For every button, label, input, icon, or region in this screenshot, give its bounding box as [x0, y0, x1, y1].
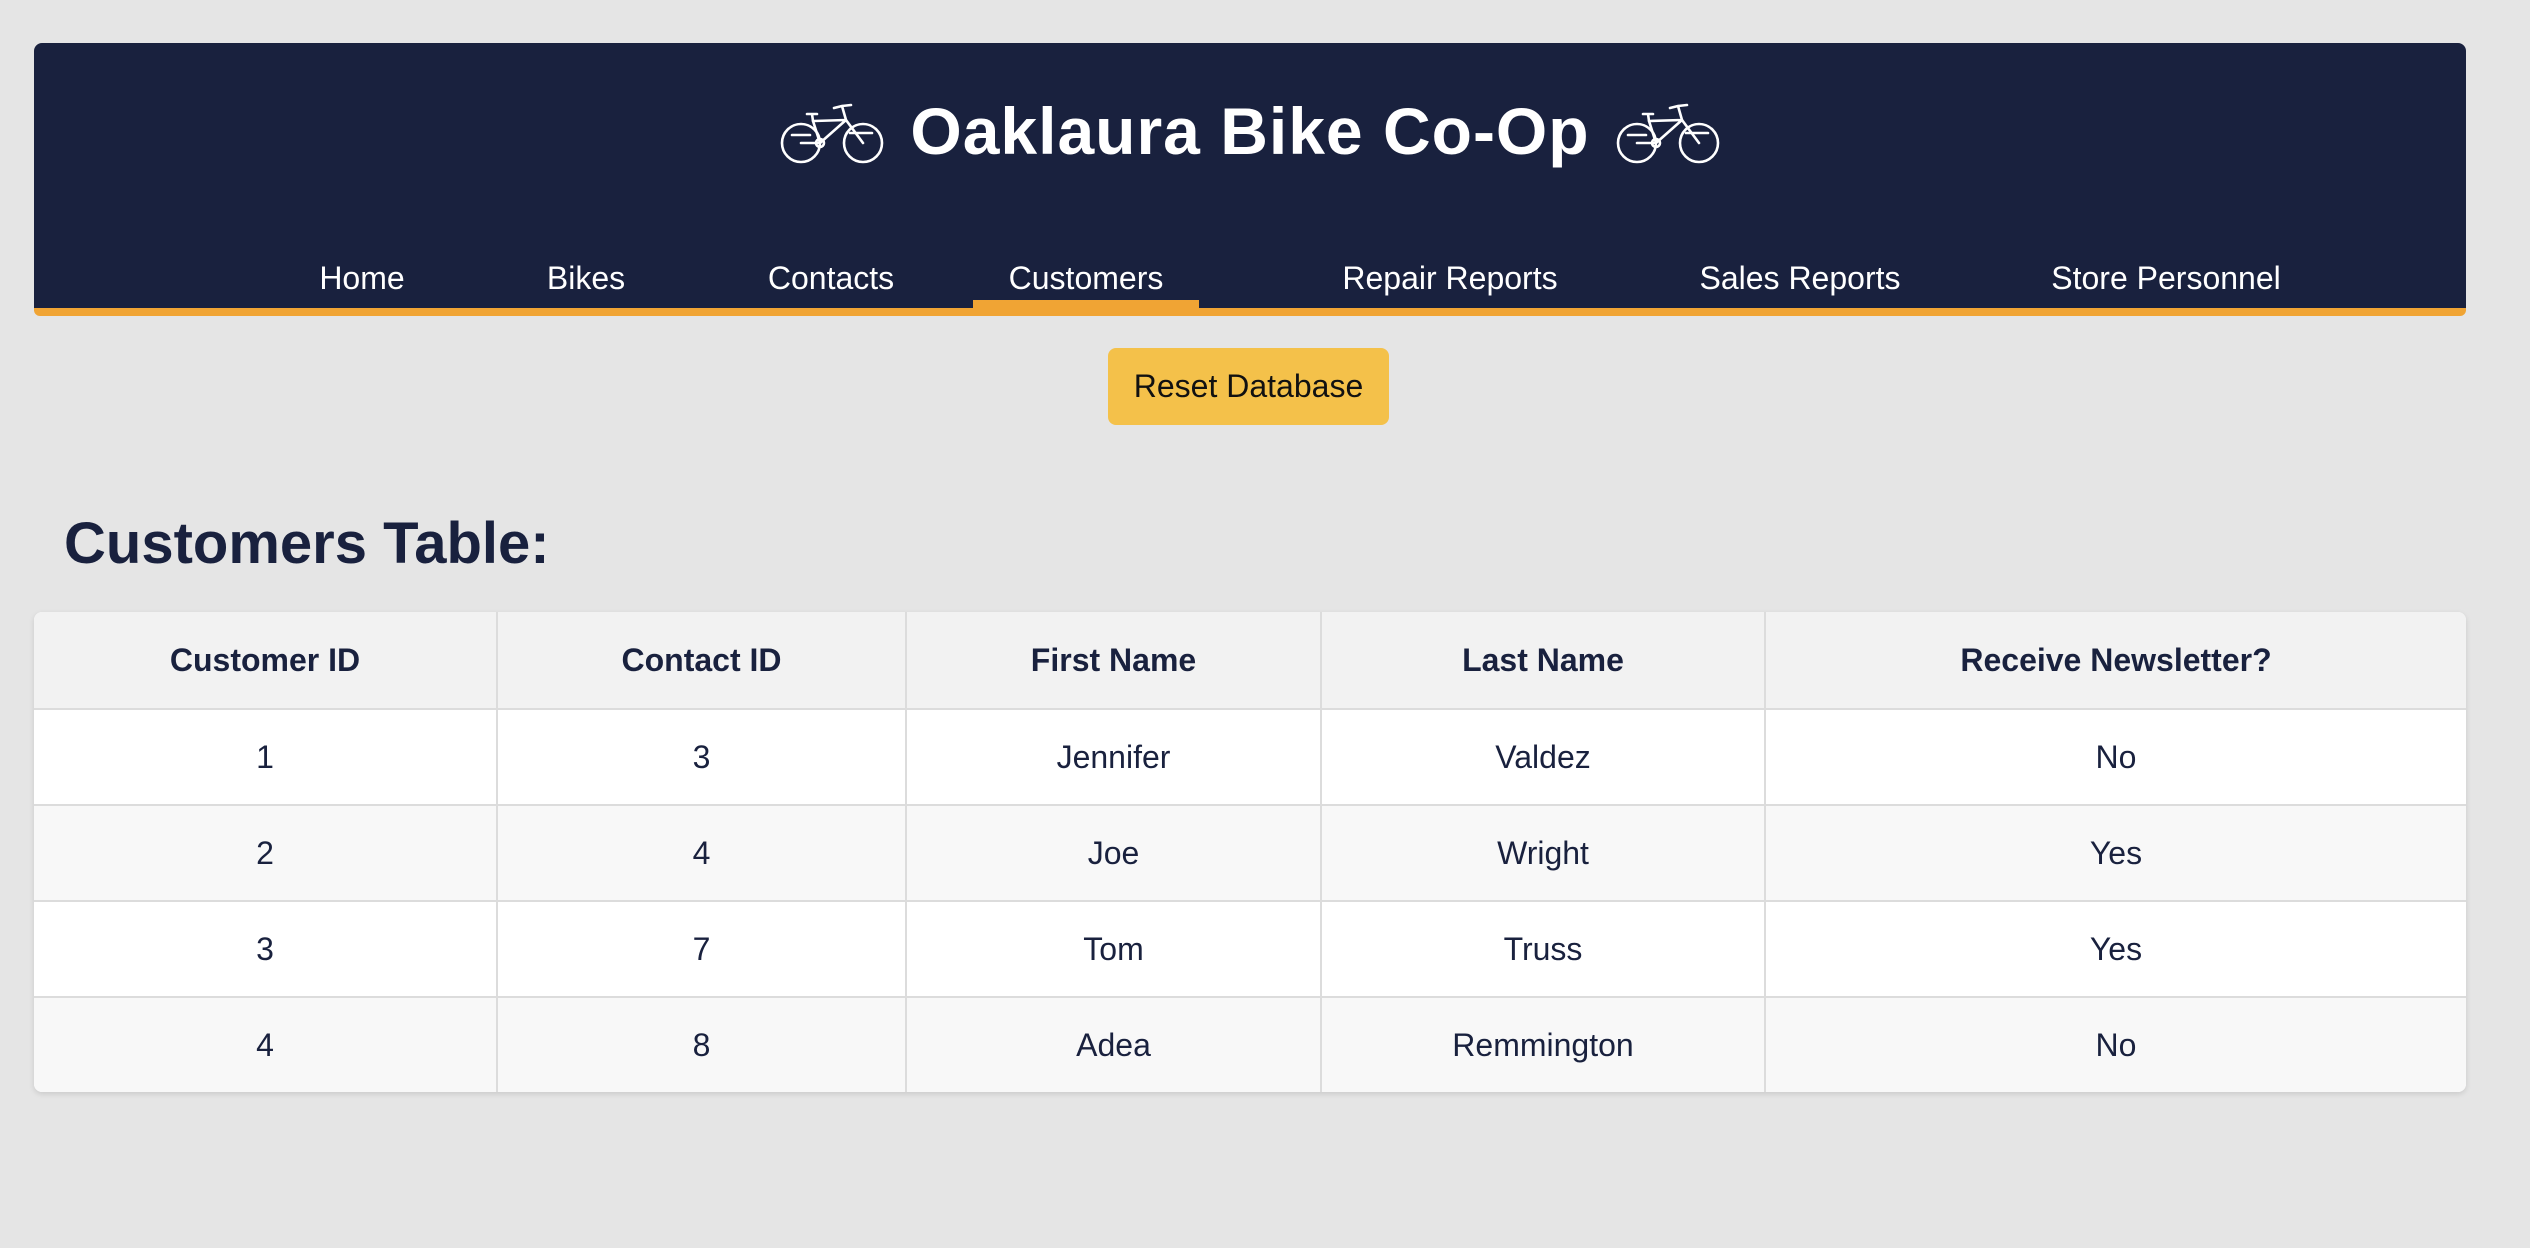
table-cell: 4	[496, 804, 907, 902]
table-cell: 8	[496, 996, 907, 1092]
main-nav: Home Bikes Contacts Customers Repair Rep…	[34, 258, 2466, 310]
table-cell: Joe	[905, 804, 1322, 902]
table-cell: 1	[34, 708, 498, 806]
title-row: Oaklaura Bike Co-Op	[34, 81, 2466, 181]
table-cell: Yes	[1764, 804, 2466, 902]
table-cell: Valdez	[1320, 708, 1766, 806]
table-cell: Truss	[1320, 900, 1766, 998]
nav-item-store-personnel[interactable]: Store Personnel	[2021, 258, 2311, 308]
nav-item-customers[interactable]: Customers	[973, 258, 1199, 310]
table-row: 3 7 Tom Truss Yes	[34, 900, 2466, 998]
nav-item-repair-reports[interactable]: Repair Reports	[1305, 258, 1595, 308]
table-cell: Remmington	[1320, 996, 1766, 1092]
table-row: 1 3 Jennifer Valdez No	[34, 708, 2466, 806]
table-cell: No	[1764, 996, 2466, 1092]
table-cell: Wright	[1320, 804, 1766, 902]
reset-database-button[interactable]: Reset Database	[1108, 348, 1389, 425]
table-cell: 4	[34, 996, 498, 1092]
table-header-row: Customer ID Contact ID First Name Last N…	[34, 612, 2466, 710]
table-cell: Adea	[905, 996, 1322, 1092]
table-row: 2 4 Joe Wright Yes	[34, 804, 2466, 902]
table-cell: 3	[34, 900, 498, 998]
nav-item-contacts[interactable]: Contacts	[731, 258, 931, 308]
column-header-receive-newsletter: Receive Newsletter?	[1764, 612, 2466, 710]
column-header-first-name: First Name	[905, 612, 1322, 710]
table-cell: 2	[34, 804, 498, 902]
table-cell: Yes	[1764, 900, 2466, 998]
site-header: Oaklaura Bike Co-Op Home Bikes Contacts …	[34, 43, 2466, 316]
column-header-contact-id: Contact ID	[496, 612, 907, 710]
table-row: 4 8 Adea Remmington No	[34, 996, 2466, 1092]
nav-item-home[interactable]: Home	[282, 258, 442, 308]
column-header-last-name: Last Name	[1320, 612, 1766, 710]
table-cell: Jennifer	[905, 708, 1322, 806]
nav-item-sales-reports[interactable]: Sales Reports	[1670, 258, 1930, 308]
bicycle-icon	[781, 103, 884, 164]
column-header-customer-id: Customer ID	[34, 612, 498, 710]
table-cell: Tom	[905, 900, 1322, 998]
site-title: Oaklaura Bike Co-Op	[910, 94, 1590, 168]
customers-table: Customer ID Contact ID First Name Last N…	[34, 612, 2466, 1092]
table-cell: 3	[496, 708, 907, 806]
section-title: Customers Table:	[64, 511, 550, 576]
bicycle-icon	[1616, 103, 1719, 164]
table-cell: 7	[496, 900, 907, 998]
nav-item-bikes[interactable]: Bikes	[511, 258, 661, 308]
table-cell: No	[1764, 708, 2466, 806]
